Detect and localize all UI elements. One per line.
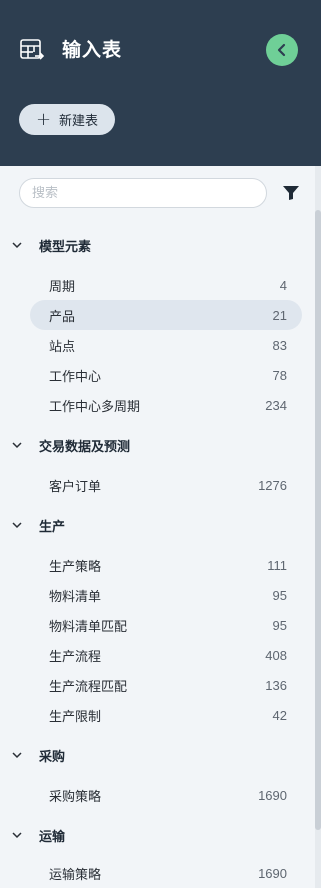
scrollbar[interactable]	[315, 166, 321, 888]
item-count: 4	[279, 277, 287, 293]
list-item-customer-orders[interactable]: 客户订单 1276	[30, 470, 302, 500]
list-item-transport-strategy[interactable]: 运输策略 1690	[30, 858, 302, 888]
chevron-down-icon	[12, 442, 22, 449]
page-title: 输入表	[62, 39, 123, 61]
scrollbar-thumb[interactable]	[315, 210, 321, 830]
item-count: 95	[272, 587, 287, 603]
collapse-sidebar-button[interactable]	[266, 34, 298, 66]
chevron-down-icon	[12, 522, 22, 529]
sidebar-header	[0, 0, 321, 166]
list-item-work-center-multi-period[interactable]: 工作中心多周期 234	[30, 390, 302, 420]
item-label: 生产流程匹配	[49, 679, 128, 695]
list-item-production-limits[interactable]: 生产限制 42	[30, 700, 302, 730]
group-header-procurement[interactable]: 采购	[0, 740, 300, 770]
chevron-down-icon	[12, 752, 22, 759]
item-label: 周期	[49, 279, 76, 295]
list-item-bom[interactable]: 物料清单 95	[30, 580, 302, 610]
list-item-production-strategy[interactable]: 生产策略 111	[30, 550, 302, 580]
chevron-left-icon	[277, 43, 286, 57]
group-header-model-elements[interactable]: 模型元素	[0, 230, 300, 260]
list-item-procurement-strategy[interactable]: 采购策略 1690	[30, 780, 302, 810]
item-label: 物料清单匹配	[49, 619, 128, 635]
table-input-icon	[20, 39, 45, 60]
item-label: 客户订单	[49, 479, 102, 495]
item-count: 408	[265, 647, 287, 663]
group-header-transport[interactable]: 运输	[0, 820, 300, 850]
item-count: 1276	[258, 477, 287, 493]
group-label: 采购	[39, 749, 66, 765]
list-item-bom-matching[interactable]: 物料清单匹配 95	[30, 610, 302, 640]
group-label: 运输	[39, 829, 66, 845]
group-label: 模型元素	[39, 239, 92, 255]
item-label: 生产限制	[49, 709, 102, 725]
item-label: 生产策略	[49, 559, 102, 575]
item-count: 42	[272, 707, 287, 723]
item-label: 物料清单	[49, 589, 102, 605]
item-count: 78	[272, 367, 287, 383]
filter-funnel-icon[interactable]	[282, 185, 300, 201]
item-label: 站点	[49, 339, 76, 355]
chevron-down-icon	[12, 242, 22, 249]
item-count: 1690	[258, 865, 287, 881]
chevron-down-icon	[12, 832, 22, 839]
item-count: 234	[265, 397, 287, 413]
item-label: 生产流程	[49, 649, 102, 665]
list-item-site[interactable]: 站点 83	[30, 330, 302, 360]
list-item-product[interactable]: 产品 21	[30, 300, 302, 330]
item-count: 1690	[258, 787, 287, 803]
list-item-work-center[interactable]: 工作中心 78	[30, 360, 302, 390]
item-count: 21	[272, 307, 287, 323]
item-label: 工作中心多周期	[49, 399, 141, 415]
list-item-production-routing[interactable]: 生产流程 408	[30, 640, 302, 670]
search-input[interactable]	[19, 178, 267, 208]
new-table-button[interactable]: + 新建表	[19, 104, 115, 135]
plus-icon: +	[35, 108, 52, 130]
item-count: 83	[272, 337, 287, 353]
item-label: 运输策略	[49, 867, 102, 883]
item-label: 工作中心	[49, 369, 102, 385]
group-header-transactions[interactable]: 交易数据及预测	[0, 430, 300, 460]
group-header-production[interactable]: 生产	[0, 510, 300, 540]
group-label: 生产	[39, 519, 66, 535]
item-count: 95	[272, 617, 287, 633]
item-count: 136	[265, 677, 287, 693]
new-table-label: 新建表	[59, 114, 99, 129]
item-count: 111	[267, 557, 287, 573]
list-item-production-routing-matching[interactable]: 生产流程匹配 136	[30, 670, 302, 700]
item-label: 产品	[49, 309, 76, 325]
list-item-period[interactable]: 周期 4	[30, 270, 302, 300]
item-label: 采购策略	[49, 789, 102, 805]
group-label: 交易数据及预测	[39, 439, 131, 455]
